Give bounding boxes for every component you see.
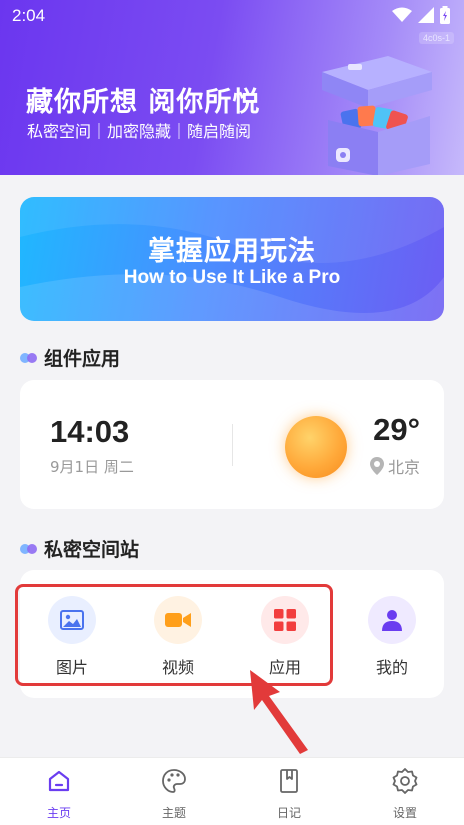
status-icons [392,6,450,24]
tutorial-banner[interactable]: 掌握应用玩法 How to Use It Like a Pro [20,197,444,321]
user-icon [368,596,416,644]
nav-tab-settings[interactable]: 设置 [360,768,450,821]
palette-icon [162,769,186,793]
pointer-arrow-annotation [250,670,308,754]
battery-icon [440,6,450,24]
widget-location-label: 北京 [387,458,420,477]
nav-tab-label: 设置 [392,806,417,820]
section-dots-icon [20,543,38,554]
widget-date: 9月1日 周二 [50,458,134,476]
nav-tab-theme[interactable]: 主题 [129,768,219,821]
status-bar: 2:04 [0,0,464,34]
build-tag: 4c0s-1 [418,32,454,44]
wifi-icon [392,7,412,22]
sun-weather-icon [285,416,347,478]
space-section-label: 私密空间站 [44,539,140,561]
header-hero: 2:04 4c0s-1 藏你所想 阅你所悦 私密空间｜加密隐藏｜随启随阅 [0,0,464,175]
nav-tab-home[interactable]: 主页 [14,768,104,821]
home-icon [48,770,70,792]
space-item-mine[interactable]: 我的 [362,596,422,678]
time-weather-widget[interactable]: 14:03 9月1日 周二 29° 北京 [20,380,444,509]
hero-subtitle: 私密空间｜加密隐藏｜随启随阅 [27,122,252,141]
nav-tab-label: 主页 [46,806,71,820]
hero-title: 藏你所想 阅你所悦 [26,87,261,118]
banner-title: 掌握应用玩法 [148,236,316,267]
location-pin-icon [369,457,384,475]
nav-tab-label: 主题 [161,806,186,820]
treasure-box-illustration [322,56,432,175]
gear-icon [392,768,418,794]
widget-time: 14:03 [50,414,130,449]
widget-temperature: 29° [373,412,420,447]
section-dots-icon [20,352,38,363]
nav-tab-diary[interactable]: 日记 [244,768,334,821]
nav-tab-label: 日记 [276,806,301,820]
status-time: 2:04 [12,6,46,25]
bookmark-icon [280,769,298,793]
space-section-title: 私密空间站 [20,535,139,562]
widgets-section-label: 组件应用 [44,348,121,370]
signal-icon [418,7,434,23]
widget-divider [232,424,233,466]
widget-location: 北京 [369,454,420,478]
banner-subtitle: How to Use It Like a Pro [123,267,341,288]
bottom-nav: 主页 主题 日记 设置 [0,757,464,825]
widgets-section-title: 组件应用 [20,344,120,371]
space-item-label: 我的 [375,658,408,677]
